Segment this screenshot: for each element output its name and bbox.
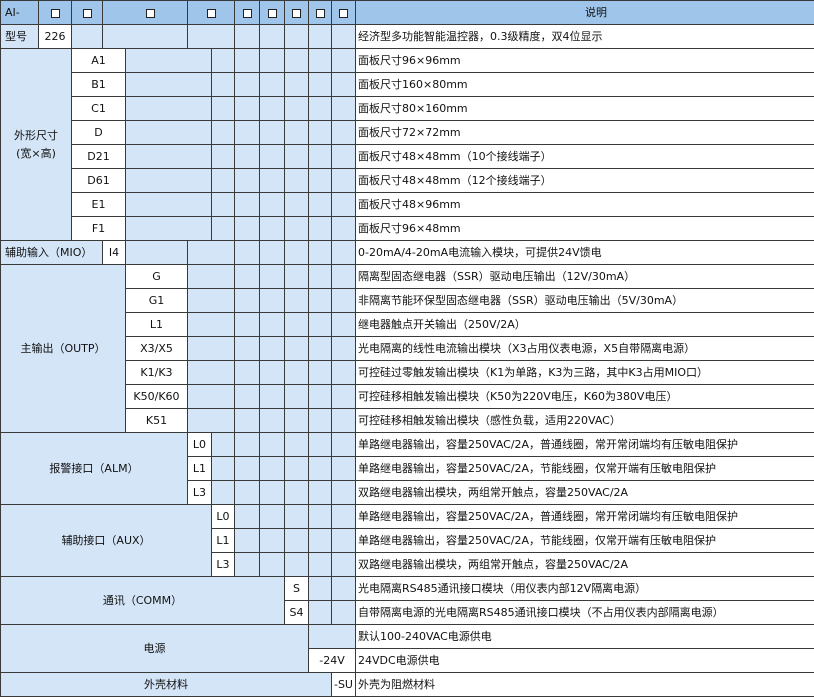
description-header: 说明 [355,0,814,25]
dimension-row: D 面板尺寸72×72mm [1,120,814,145]
comm-code: S4 [284,600,309,625]
dimension-code: B1 [71,72,126,97]
outp-description: 可控硅移相触发输出模块（感性负载，适用220VAC） [355,408,814,433]
dimension-code: D61 [71,168,126,193]
dimension-code: D21 [71,144,126,169]
slot-box [187,0,235,25]
alm-description: 单路继电器输出，容量250VAC/2A，普通线圈，常开常闭端均有压敏电阻保护 [355,432,814,457]
power-description: 默认100-240VAC电源供电 [355,624,814,649]
power-label: 电源 [0,624,309,673]
outp-description: 光电隔离的线性电流输出模块（X3占用仪表电源，X5自带隔离电源） [355,336,814,361]
dimension-row: D61 面板尺寸48×48mm（12个接线端子） [1,168,814,193]
dimension-description: 面板尺寸48×48mm（10个接线端子） [355,144,814,169]
slot-box [308,0,332,25]
model-prefix: AI- [0,0,39,25]
outp-row: 主输出（OUTP） G 隔离型固态继电器（SSR）驱动电压输出（12V/30mA… [0,264,814,433]
dimension-code: F1 [71,216,126,241]
alm-code: L1 [187,456,212,481]
comm-description: 自带隔离电源的光电隔离RS485通讯接口模块（不占用仪表内部隔离电源） [355,600,814,625]
dimensions-label: 外形尺寸 (宽×高) [0,48,72,241]
dimension-code: D [71,120,126,145]
comm-description: 光电隔离RS485通讯接口模块（用仪表内部12V隔离电源） [355,576,814,601]
header-row: AI- 说明 [0,0,814,25]
outp-code: G1 [125,288,188,313]
dimension-description: 面板尺寸96×48mm [355,216,814,241]
slot-box [331,0,356,25]
outp-label: 主输出（OUTP） [0,264,126,433]
outp-code: K51 [125,408,188,433]
dimension-description: 面板尺寸48×48mm（12个接线端子） [355,168,814,193]
dimensions-label-line2: (宽×高) [16,146,56,160]
aux-row: 辅助接口（AUX） L0 单路继电器输出，容量250VAC/2A，普通线圈，常开… [0,504,814,577]
outp-code: L1 [125,312,188,337]
slot-box [102,0,188,25]
slot-box [259,0,285,25]
mio-description: 0-20mA/4-20mA电流输入模块，可提供24V馈电 [355,240,814,265]
outp-description: 继电器触点开关输出（250V/2A） [355,312,814,337]
power-row: 电源 默认100-240VAC电源供电 [0,624,814,673]
model-value: 226 [38,24,72,49]
outp-code: X3/X5 [125,336,188,361]
slot-box [71,0,103,25]
dimension-code: C1 [71,96,126,121]
shell-label: 外壳材料 [0,672,332,697]
outp-code: K1/K3 [125,360,188,385]
dimension-description: 面板尺寸72×72mm [355,120,814,145]
outp-description: 非隔离节能环保型固态继电器（SSR）驱动电压输出（5V/30mA） [355,288,814,313]
shell-description: 外壳为阻燃材料 [355,672,814,697]
aux-description: 单路继电器输出，容量250VAC/2A，节能线圈，仅常开端有压敏电阻保护 [355,528,814,553]
aux-description: 双路继电器输出模块，两组常开触点，容量250VAC/2A [355,552,814,577]
aux-label: 辅助接口（AUX） [0,504,212,577]
alm-label: 报警接口（ALM） [0,432,188,505]
dimension-code: A1 [71,48,126,73]
aux-code: L0 [211,504,235,529]
alm-description: 单路继电器输出，容量250VAC/2A，节能线圈，仅常开端有压敏电阻保护 [355,456,814,481]
shell-row: 外壳材料 -SU 外壳为阻燃材料 [0,672,814,697]
power-description: 24VDC电源供电 [355,648,814,673]
shell-code: -SU [331,672,356,697]
mio-code: I4 [102,240,126,265]
dimension-row: C1 面板尺寸80×160mm [1,96,814,121]
outp-description: 隔离型固态继电器（SSR）驱动电压输出（12V/30mA） [355,264,814,289]
power-code: -24V [308,648,356,673]
alm-code: L3 [187,480,212,505]
aux-code: L3 [211,552,235,577]
slot-box [38,0,72,25]
slot-box [234,0,260,25]
outp-code: G [125,264,188,289]
dimension-description: 面板尺寸80×160mm [355,96,814,121]
outp-description: 可控硅移相触发输出模块（K50为220V电压，K60为380V电压） [355,384,814,409]
dimension-row: E1 面板尺寸48×96mm [1,192,814,217]
dimension-description: 面板尺寸48×96mm [355,192,814,217]
model-description: 经济型多功能智能温控器，0.3级精度，双4位显示 [355,24,814,49]
alm-description: 双路继电器输出模块，两组常开触点，容量250VAC/2A [355,480,814,505]
dimension-description: 面板尺寸96×96mm [355,48,814,73]
dimension-row: B1 面板尺寸160×80mm [1,72,814,97]
aux-description: 单路继电器输出，容量250VAC/2A，普通线圈，常开常闭端均有压敏电阻保护 [355,504,814,529]
dimension-description: 面板尺寸160×80mm [355,72,814,97]
dimension-row: 外形尺寸 (宽×高) A1 面板尺寸96×96mm [0,48,814,241]
model-row: 型号 226 经济型多功能智能温控器，0.3级精度，双4位显示 [0,24,814,49]
slot-box [284,0,309,25]
mio-label: 辅助输入（MIO） [0,240,103,265]
aux-code: L1 [211,528,235,553]
mio-row: 辅助输入（MIO） I4 0-20mA/4-20mA电流输入模块，可提供24V馈… [0,240,814,265]
alm-row: 报警接口（ALM） L0 单路继电器输出，容量250VAC/2A，普通线圈，常开… [0,432,814,505]
outp-code: K50/K60 [125,384,188,409]
alm-code: L0 [187,432,212,457]
model-label: 型号 [0,24,39,49]
dimension-code: E1 [71,192,126,217]
dimensions-label-line1: 外形尺寸 [14,128,58,142]
outp-description: 可控硅过零触发输出模块（K1为单路，K3为三路，其中K3占用MIO口） [355,360,814,385]
dimension-row: F1 面板尺寸96×48mm [1,216,814,241]
model-selection-table: AI- 说明 型号 226 经济型多功能智能温控器，0.3级精度，双4位显示 外… [0,0,814,697]
dimension-row: D21 面板尺寸48×48mm（10个接线端子） [1,144,814,169]
comm-row: 通讯（COMM） S 光电隔离RS485通讯接口模块（用仪表内部12V隔离电源） [0,576,814,625]
comm-label: 通讯（COMM） [0,576,285,625]
comm-code: S [284,576,309,601]
